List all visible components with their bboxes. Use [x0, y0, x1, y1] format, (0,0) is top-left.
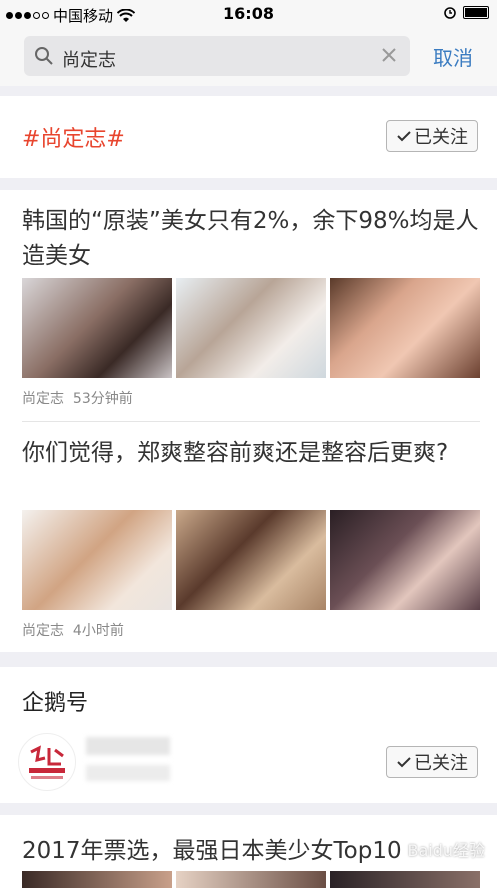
article-thumbnail[interactable]	[22, 278, 172, 378]
article-list: 韩国的“原装”美女只有2%，余下98%均是人造美女 尚定志 53分钟前 你们觉得…	[0, 190, 497, 652]
article-thumbnail[interactable]	[176, 871, 326, 888]
alarm-icon	[444, 7, 456, 19]
qiehao-section: 企鹅号 已关注	[0, 667, 497, 803]
tag-followed-button[interactable]: 已关注	[386, 120, 478, 152]
status-time: 16:08	[223, 4, 274, 23]
battery-icon	[463, 5, 489, 19]
article-thumbnail[interactable]	[22, 510, 172, 610]
article-author: 尚定志	[22, 623, 64, 639]
article-thumbnail[interactable]	[176, 278, 326, 378]
article-item[interactable]: 你们觉得，郑爽整容前爽还是整容后更爽? 尚定志 4小时前	[0, 422, 497, 652]
cancel-button[interactable]: 取消	[433, 42, 473, 71]
status-bar: 中国移动 16:08	[0, 0, 497, 28]
account-avatar[interactable]	[18, 733, 76, 791]
account-logo-icon	[20, 735, 74, 789]
article-title[interactable]: 2017年票选，最强日本美少女Top10	[22, 831, 402, 865]
clear-icon[interactable]	[380, 46, 398, 64]
account-subtitle-redacted	[86, 765, 170, 781]
article-time: 53分钟前	[72, 391, 133, 407]
article-meta: 尚定志 53分钟前	[22, 388, 133, 408]
search-query: 尚定志	[62, 50, 116, 71]
article-thumbnail[interactable]	[330, 871, 480, 888]
check-icon	[397, 131, 411, 142]
check-icon	[397, 757, 411, 768]
search-bar: 尚定志 取消	[0, 28, 497, 86]
topic-tag[interactable]: #尚定志#	[22, 121, 125, 153]
tag-followed-label: 已关注	[414, 127, 468, 148]
article-item[interactable]: 韩国的“原装”美女只有2%，余下98%均是人造美女 尚定志 53分钟前	[0, 190, 497, 422]
article-thumbnail[interactable]	[176, 510, 326, 610]
account-followed-label: 已关注	[414, 753, 468, 774]
article-item[interactable]: 2017年票选，最强日本美少女Top10 Baidu经验	[0, 815, 497, 888]
topic-tag-row[interactable]: #尚定志# 已关注	[0, 96, 497, 178]
account-name-redacted[interactable]	[86, 737, 170, 755]
search-input[interactable]: 尚定志	[24, 36, 410, 76]
watermark: Baidu经验	[407, 841, 485, 860]
article-title[interactable]: 你们觉得，郑爽整容前爽还是整容后更爽?	[22, 436, 480, 471]
article-thumbnail[interactable]	[330, 510, 480, 610]
article-author: 尚定志	[22, 391, 64, 407]
section-title: 企鹅号	[22, 691, 89, 716]
article-thumbnail[interactable]	[330, 278, 480, 378]
status-right	[443, 5, 489, 19]
account-followed-button[interactable]: 已关注	[386, 746, 478, 778]
article-thumbnail[interactable]	[22, 871, 172, 888]
search-icon	[35, 47, 53, 65]
article-time: 4小时前	[72, 623, 124, 639]
article-meta: 尚定志 4小时前	[22, 620, 124, 640]
article-title[interactable]: 韩国的“原装”美女只有2%，余下98%均是人造美女	[22, 204, 480, 274]
